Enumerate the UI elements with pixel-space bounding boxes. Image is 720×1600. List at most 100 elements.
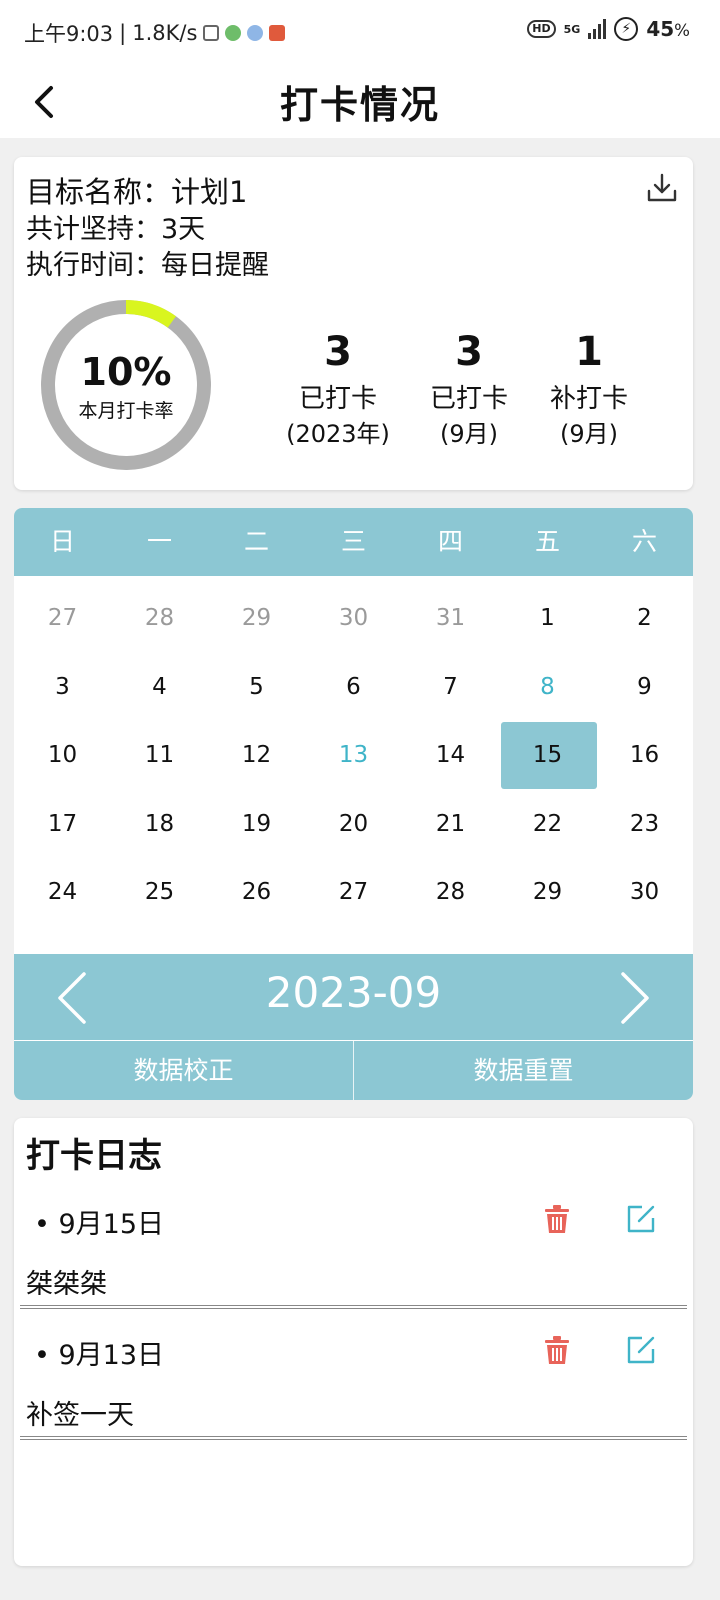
status-bar: 上午9:03 | 1.8K/s HD 5G ⚡ 45% — [0, 0, 720, 66]
stat-month-makeups: 1 补打卡 (9月) — [519, 329, 659, 451]
calendar-day-number: 15 — [532, 742, 563, 768]
calendar-day-number: 18 — [144, 810, 175, 837]
calendar-day-number: 29 — [241, 605, 272, 631]
stat-sub: (2023年) — [286, 420, 390, 448]
wifi-hotspot-icon — [203, 25, 220, 41]
calendar-day[interactable]: 1 — [499, 584, 596, 653]
calendar-day[interactable]: 3 — [14, 653, 111, 722]
calendar-day-number: 20 — [338, 810, 369, 837]
weekday-fri: 五 — [534, 527, 560, 556]
stat-sub: (9月) — [560, 420, 618, 448]
calendar-day-number: 8 — [540, 673, 555, 700]
status-time: 上午9:03 — [24, 22, 114, 46]
calendar-day-number: 3 — [55, 673, 70, 700]
calendar-day-number: 27 — [338, 879, 369, 905]
calendar-day-selected[interactable]: 15 — [499, 721, 597, 790]
calendar-day[interactable]: 12 — [208, 721, 305, 790]
calendar-day[interactable]: 28 — [402, 858, 499, 927]
stat-year-checkins: 3 已打卡 (2023年) — [268, 329, 408, 451]
calendar-day[interactable]: 28 — [111, 584, 208, 653]
calendar-day[interactable]: 5 — [208, 653, 305, 722]
edit-entry-button[interactable] — [626, 1204, 656, 1234]
weekday-sat: 六 — [631, 527, 657, 556]
monthly-rate-label: 本月打卡率 — [78, 400, 174, 422]
planet-notification-icon — [247, 25, 264, 41]
calendar-day[interactable]: 11 — [111, 721, 208, 790]
signal-icon — [588, 19, 607, 39]
status-right: HD 5G ⚡ 45% — [527, 17, 690, 41]
calendar-day[interactable]: 22 — [499, 790, 596, 859]
calendar-day[interactable]: 7 — [402, 653, 499, 722]
calendar-day[interactable]: 20 — [305, 790, 402, 859]
header: 打卡情况 — [0, 66, 720, 138]
stat-month-checkins: 3 已打卡 (9月) — [399, 329, 539, 451]
download-icon — [647, 173, 677, 202]
log-entry-date: • 9月13日 — [34, 1340, 165, 1371]
calendar-day[interactable]: 29 — [499, 858, 596, 927]
calendar-day-number: 23 — [629, 810, 660, 837]
calendar-day[interactable]: 24 — [14, 858, 111, 927]
calendar-day[interactable]: 18 — [111, 790, 208, 859]
calendar-day-number: 17 — [47, 810, 78, 837]
page-title: 打卡情况 — [279, 83, 440, 127]
download-button[interactable] — [645, 171, 679, 205]
calendar-day[interactable]: 21 — [402, 790, 499, 859]
edit-icon — [627, 1205, 655, 1233]
calendar-day[interactable]: 14 — [402, 721, 499, 790]
weekday-wed: 三 — [340, 527, 366, 556]
calendar-day[interactable]: 27 — [14, 584, 111, 653]
checkin-log-card: 打卡日志 • 9月15日 桀桀桀 • 9月13日 补签一天 — [14, 1118, 693, 1566]
calendar-day-number: 4 — [152, 673, 167, 700]
next-month-button[interactable] — [611, 970, 655, 1026]
calendar-day-number: 27 — [47, 605, 78, 631]
weekday-thu: 四 — [437, 527, 463, 556]
calendar-day[interactable]: 2 — [596, 584, 693, 653]
calendar-day[interactable]: 27 — [305, 858, 402, 927]
chevron-right-icon — [621, 972, 649, 1024]
calibrate-data-button[interactable]: 数据校正 — [14, 1041, 353, 1100]
delete-entry-button[interactable] — [544, 1335, 570, 1365]
calendar-day[interactable]: 30 — [305, 584, 402, 653]
calendar-day-number: 29 — [532, 879, 563, 905]
calendar-day[interactable]: 16 — [596, 721, 693, 790]
calendar-day-number: 26 — [241, 879, 272, 905]
calendar-day-number: 30 — [338, 605, 369, 631]
calendar-day[interactable]: 6 — [305, 653, 402, 722]
calendar-day-number: 22 — [532, 810, 563, 837]
calendar-day[interactable]: 30 — [596, 858, 693, 927]
status-left: 上午9:03 | 1.8K/s — [24, 18, 286, 48]
calendar-day[interactable]: 17 — [14, 790, 111, 859]
calendar-week-row: 24 25 26 27 28 29 30 — [14, 858, 693, 927]
calendar-day[interactable]: 29 — [208, 584, 305, 653]
calendar-day-number: 10 — [47, 742, 78, 768]
log-entry-note: 桀桀桀 — [26, 1269, 107, 1300]
weekday-mon: 一 — [146, 527, 172, 556]
calendar-day[interactable]: 25 — [111, 858, 208, 927]
calendar-day[interactable]: 9 — [596, 653, 693, 722]
calendar-day-number: 25 — [144, 879, 175, 905]
calendar-day-number: 9 — [637, 673, 652, 700]
edit-icon — [627, 1336, 655, 1364]
calendar-day[interactable]: 10 — [14, 721, 111, 790]
delete-entry-button[interactable] — [544, 1204, 570, 1234]
calendar-day[interactable]: 31 — [402, 584, 499, 653]
calendar-day-number: 24 — [47, 879, 78, 905]
calendar-day[interactable]: 26 — [208, 858, 305, 927]
calendar-day-number: 14 — [435, 742, 466, 768]
stat-label: 已打卡 — [298, 384, 377, 414]
log-entry-date: • 9月15日 — [34, 1209, 165, 1240]
calendar-day[interactable]: 19 — [208, 790, 305, 859]
calendar: 日 一 二 三 四 五 六 27 28 29 30 31 1 2 3 4 5 6 7 8 9 10 11 12 1… — [14, 508, 693, 1100]
calendar-day-number: 28 — [435, 879, 466, 905]
calendar-day[interactable]: 8 — [499, 653, 596, 722]
log-separator — [20, 1436, 687, 1440]
reset-data-button[interactable]: 数据重置 — [354, 1041, 693, 1100]
calendar-day-number: 2 — [637, 605, 652, 631]
calendar-day[interactable]: 13 — [305, 721, 402, 790]
edit-entry-button[interactable] — [626, 1335, 656, 1365]
calendar-day-number: 31 — [435, 605, 466, 631]
app-notification-icon — [225, 25, 242, 41]
calendar-day-number: 11 — [144, 742, 175, 768]
calendar-day[interactable]: 4 — [111, 653, 208, 722]
calendar-day[interactable]: 23 — [596, 790, 693, 859]
